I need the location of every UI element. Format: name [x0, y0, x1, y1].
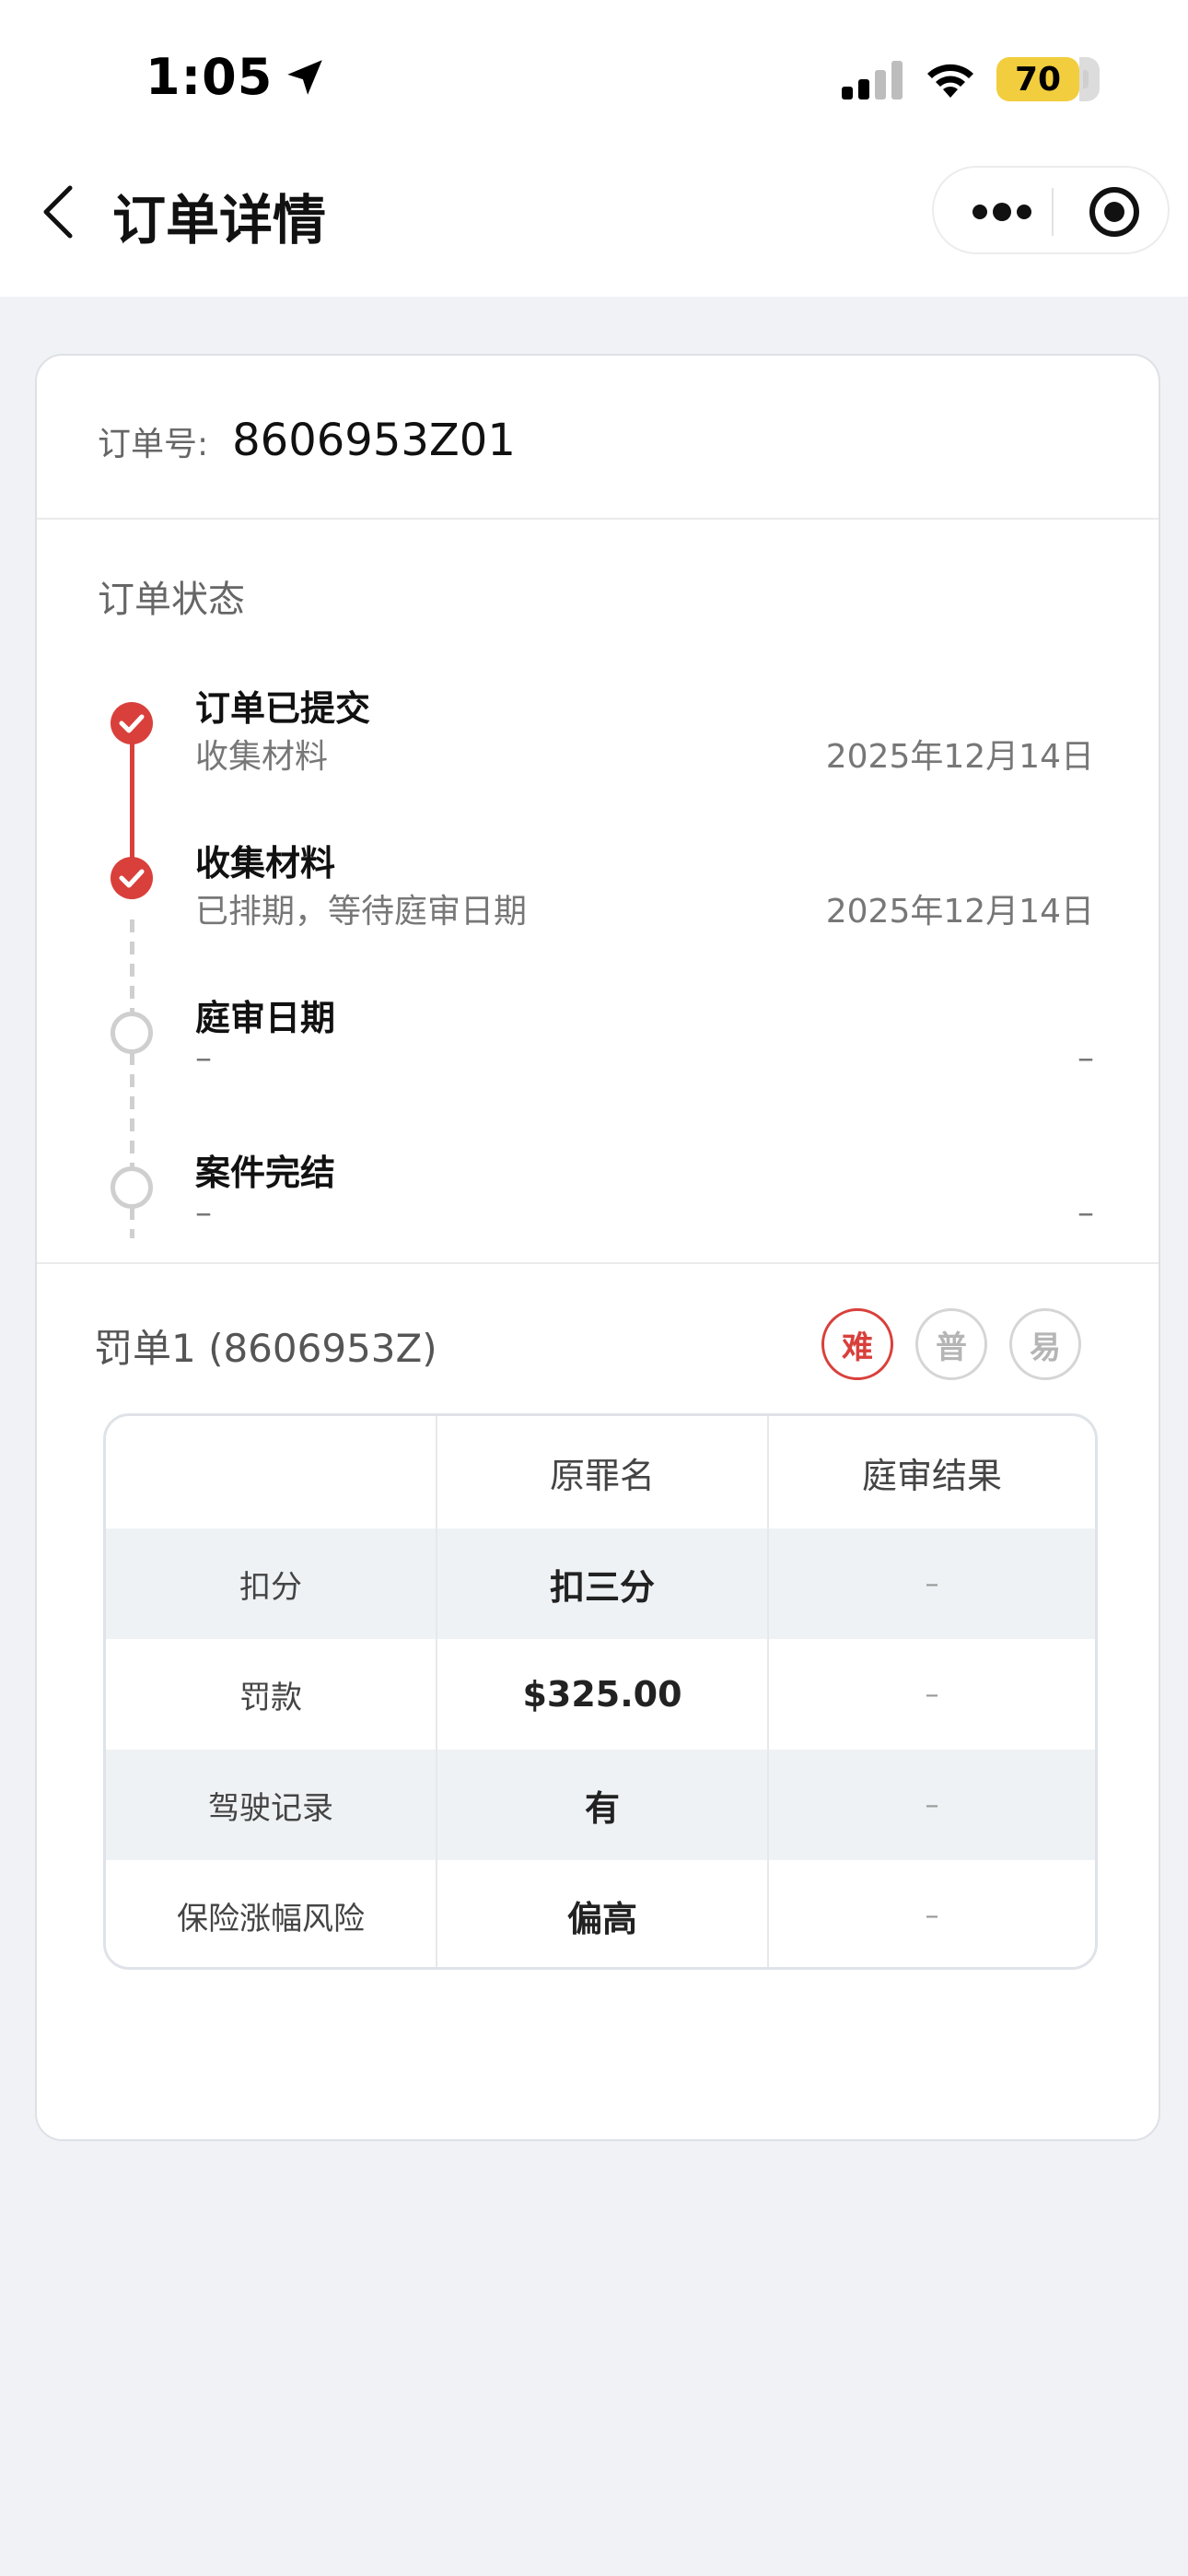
- column-header: 原罪名: [437, 1416, 769, 1528]
- table-row: 罚款 $325.00 –: [106, 1639, 1095, 1750]
- step-pending-marker: [111, 1012, 153, 1054]
- page-title: 订单详情: [112, 189, 327, 252]
- row-label: 罚款: [106, 1639, 437, 1750]
- more-icon[interactable]: [971, 195, 1033, 228]
- difficulty-hard-badge[interactable]: 难: [821, 1308, 893, 1380]
- battery-cap: [1083, 70, 1089, 88]
- step-title: 庭审日期: [195, 998, 336, 1038]
- status-step: 庭审日期 – –: [37, 989, 1159, 1128]
- battery-level: 70: [1014, 60, 1062, 99]
- row-label: 扣分: [106, 1528, 437, 1639]
- target-icon[interactable]: [1087, 184, 1142, 240]
- status-step: 收集材料 已排期，等待庭审日期 2025年12月14日: [37, 835, 1159, 973]
- step-title: 订单已提交: [195, 688, 371, 729]
- table-header-row: 原罪名 庭审结果: [106, 1416, 1095, 1528]
- difficulty-normal-badge[interactable]: 普: [915, 1308, 987, 1380]
- trial-result-cell: –: [925, 1678, 939, 1711]
- original-charge-cell: $325.00: [437, 1639, 769, 1750]
- step-subtitle: 收集材料: [195, 738, 329, 776]
- capsule-divider: [1052, 188, 1054, 236]
- row-label: 保险涨幅风险: [106, 1860, 437, 1967]
- location-arrow-icon: [287, 59, 323, 95]
- step-title: 收集材料: [195, 843, 336, 884]
- original-charge-cell: 偏高: [437, 1860, 769, 1967]
- step-pending-marker: [111, 1166, 153, 1209]
- status-time-text: 1:05: [146, 48, 274, 106]
- divider: [37, 518, 1159, 520]
- step-subtitle: –: [195, 1194, 212, 1232]
- step-date: 2025年12月14日: [825, 738, 1094, 776]
- ticket-table: 原罪名 庭审结果 扣分 扣三分 – 罚款 $325.00 – 驾驶记录 有 – …: [103, 1413, 1098, 1970]
- top-bar: 1:05 70 订单详情: [0, 0, 1188, 297]
- trial-result-cell: –: [925, 1899, 939, 1932]
- trial-result-cell: –: [925, 1567, 939, 1600]
- wifi-icon: [927, 64, 973, 98]
- step-subtitle: 已排期，等待庭审日期: [195, 893, 528, 931]
- table-row: 保险涨幅风险 偏高 –: [106, 1860, 1095, 1967]
- step-done-marker: [111, 857, 153, 899]
- signal-icon: [842, 61, 903, 100]
- mini-program-capsule: [932, 166, 1170, 254]
- ticket-title: 罚单1 (8606953Z): [94, 1326, 437, 1371]
- step-title: 案件完结: [195, 1153, 336, 1193]
- original-charge-cell: 扣三分: [437, 1528, 769, 1639]
- order-number-row: 订单号: 8606953Z01: [98, 415, 516, 466]
- column-header: 庭审结果: [861, 1455, 1002, 1496]
- difficulty-easy-badge[interactable]: 易: [1009, 1308, 1081, 1380]
- step-date: –: [1077, 1194, 1094, 1232]
- order-number: 8606953Z01: [232, 415, 516, 466]
- step-date: –: [1077, 1039, 1094, 1077]
- status-step: 订单已提交 收集材料 2025年12月14日: [37, 680, 1159, 818]
- battery-indicator: 70: [996, 57, 1100, 101]
- step-subtitle: –: [195, 1039, 212, 1077]
- trial-result-cell: –: [925, 1788, 939, 1821]
- order-number-label: 订单号:: [98, 426, 209, 463]
- divider: [37, 1262, 1159, 1264]
- column-header: [106, 1416, 437, 1528]
- status-time: 1:05: [146, 48, 328, 106]
- order-status-title: 订单状态: [98, 579, 245, 621]
- row-label: 驾驶记录: [106, 1750, 437, 1860]
- table-row: 驾驶记录 有 –: [106, 1750, 1095, 1860]
- order-card: 订单号: 8606953Z01 订单状态 订单已提交 收集材料 2025年12月…: [35, 354, 1160, 2141]
- step-done-marker: [111, 702, 153, 744]
- table-row: 扣分 扣三分 –: [106, 1528, 1095, 1639]
- back-icon[interactable]: [37, 182, 81, 241]
- step-date: 2025年12月14日: [825, 893, 1094, 931]
- original-charge-cell: 有: [437, 1750, 769, 1860]
- check-icon: [119, 714, 145, 733]
- check-icon: [119, 869, 145, 888]
